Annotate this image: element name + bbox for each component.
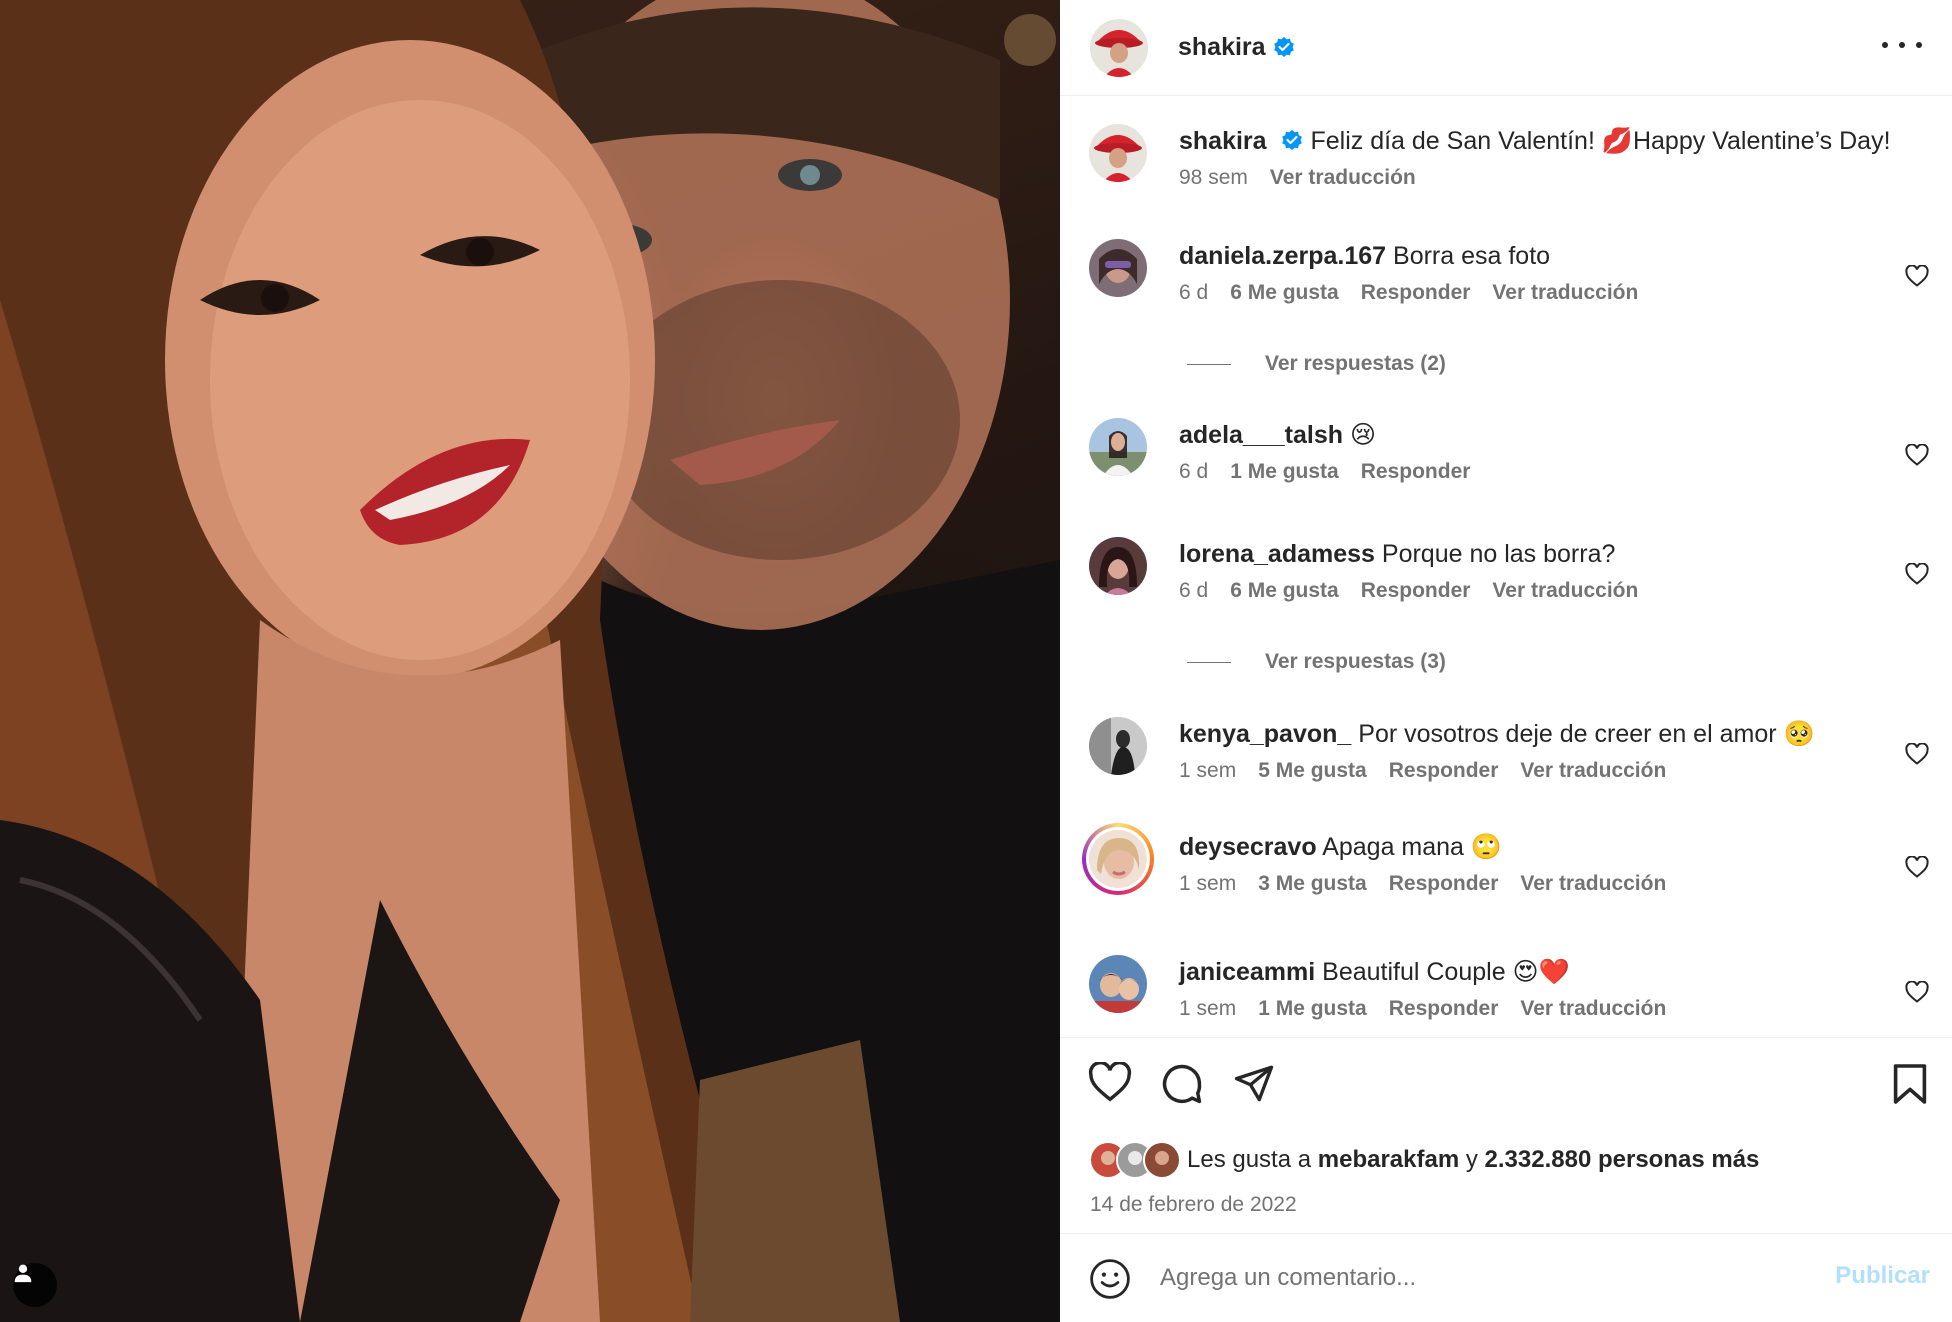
liker-username[interactable]: mebarakfam	[1318, 1146, 1459, 1174]
comment-like-heart-icon[interactable]	[1905, 563, 1929, 585]
comments-list[interactable]: shakira Feliz día de San Valentín! 💋Happ…	[1060, 97, 1952, 1037]
caption-text: Feliz día de San Valentín! 💋Happy Valent…	[1310, 127, 1891, 155]
comment-bubble-icon[interactable]	[1160, 1062, 1204, 1106]
like-heart-icon[interactable]	[1088, 1062, 1132, 1102]
comment-likes-count[interactable]: 6 Me gusta	[1230, 579, 1339, 603]
photo-illustration	[0, 0, 1060, 1322]
comment-input[interactable]	[1160, 1256, 1780, 1300]
comment-username[interactable]: kenya_pavon_	[1179, 720, 1351, 748]
reply-link[interactable]: Responder	[1361, 579, 1471, 603]
comment-username[interactable]: janiceammi	[1179, 958, 1315, 986]
reply-link[interactable]: Responder	[1361, 460, 1471, 484]
reply-link[interactable]: Responder	[1361, 281, 1471, 305]
comment-username[interactable]: deysecravo	[1179, 833, 1317, 861]
likes-summary: Les gusta a mebarakfam y 2.332.880 perso…	[1089, 1141, 1759, 1179]
comment-username[interactable]: adela___talsh	[1179, 421, 1343, 449]
comment-likes-count[interactable]: 6 Me gusta	[1230, 281, 1339, 305]
caption-username[interactable]: shakira	[1179, 127, 1267, 155]
translate-link[interactable]: Ver traducción	[1520, 872, 1666, 896]
translate-link[interactable]: Ver traducción	[1520, 997, 1666, 1021]
post-detail-panel: shakira shakira Feliz día de San Valentí…	[1060, 0, 1952, 1322]
save-bookmark-icon[interactable]	[1892, 1064, 1928, 1104]
comment-text: Borra esa foto	[1393, 242, 1551, 270]
comment-likes-count[interactable]: 5 Me gusta	[1258, 759, 1367, 783]
comment-likes-count[interactable]: 1 Me gusta	[1258, 997, 1367, 1021]
commenter-avatar[interactable]	[1089, 537, 1147, 595]
comment-text: Porque no las borra?	[1381, 540, 1616, 568]
comment-age: 1 sem	[1179, 997, 1237, 1020]
emoji-smiley-icon[interactable]	[1089, 1258, 1131, 1300]
comment-text: Beautiful Couple 😍❤️	[1322, 958, 1570, 986]
view-replies-label: Ver respuestas (2)	[1265, 352, 1446, 375]
comment-like-heart-icon[interactable]	[1905, 265, 1929, 287]
post-photo[interactable]	[0, 0, 1060, 1322]
likes-count-link[interactable]: 2.332.880 personas más	[1485, 1146, 1760, 1174]
replies-divider	[1187, 661, 1231, 663]
commenter-avatar[interactable]	[1089, 717, 1147, 775]
commenter-avatar-story-ring[interactable]	[1082, 823, 1154, 895]
reply-link[interactable]: Responder	[1389, 872, 1499, 896]
comment-like-heart-icon[interactable]	[1905, 856, 1929, 878]
comment-text: 😢	[1349, 421, 1377, 449]
add-comment-bar: Publicar	[1060, 1233, 1952, 1322]
comment-age: 6 d	[1179, 281, 1209, 304]
comment-likes-count[interactable]: 3 Me gusta	[1258, 872, 1367, 896]
translate-link[interactable]: Ver traducción	[1492, 579, 1638, 603]
dot-icon	[1899, 42, 1905, 48]
comment-age: 6 d	[1179, 460, 1209, 483]
post-actions-section: Les gusta a mebarakfam y 2.332.880 perso…	[1060, 1037, 1952, 1233]
view-replies-button[interactable]: Ver respuestas (2)	[1187, 352, 1446, 376]
reply-link[interactable]: Responder	[1389, 997, 1499, 1021]
comment-age: 1 sem	[1179, 759, 1237, 782]
commenter-avatar[interactable]	[1089, 418, 1147, 476]
post-date: 14 de febrero de 2022	[1090, 1193, 1297, 1216]
dot-icon	[1882, 42, 1888, 48]
view-replies-label: Ver respuestas (3)	[1265, 650, 1446, 673]
comment-like-heart-icon[interactable]	[1905, 981, 1929, 1003]
comment-like-heart-icon[interactable]	[1905, 444, 1929, 466]
commenter-avatar[interactable]	[1089, 955, 1147, 1013]
person-icon	[14, 1264, 32, 1283]
likers-avatars[interactable]	[1089, 1141, 1181, 1179]
comment-likes-count[interactable]: 1 Me gusta	[1230, 460, 1339, 484]
verified-badge-icon	[1273, 36, 1294, 57]
share-send-icon[interactable]	[1232, 1062, 1276, 1104]
comment-age: 1 sem	[1179, 872, 1237, 895]
more-options-button[interactable]	[1882, 30, 1922, 60]
replies-divider	[1187, 363, 1231, 365]
author-username[interactable]: shakira	[1178, 33, 1266, 62]
translate-link[interactable]: Ver traducción	[1492, 281, 1638, 305]
commenter-avatar[interactable]	[1089, 239, 1147, 297]
translate-link[interactable]: Ver traducción	[1520, 759, 1666, 783]
reply-link[interactable]: Responder	[1389, 759, 1499, 783]
comment-username[interactable]: daniela.zerpa.167	[1179, 242, 1386, 270]
tagged-people-button[interactable]	[13, 1263, 57, 1307]
post-header: shakira	[1060, 0, 1952, 96]
author-avatar[interactable]	[1090, 18, 1148, 77]
liker-avatar	[1143, 1141, 1181, 1179]
comment-text: Apaga mana 🙄	[1322, 833, 1503, 861]
comment-like-heart-icon[interactable]	[1905, 743, 1929, 765]
caption-author-avatar[interactable]	[1089, 124, 1147, 182]
comment-text: Por vosotros deje de creer en el amor 🥺	[1358, 720, 1815, 748]
verified-badge-icon	[1281, 130, 1302, 150]
publish-button[interactable]: Publicar	[1835, 1262, 1930, 1290]
view-replies-button[interactable]: Ver respuestas (3)	[1187, 650, 1446, 674]
caption-translate-link[interactable]: Ver traducción	[1270, 166, 1416, 190]
dot-icon	[1916, 42, 1922, 48]
comment-username[interactable]: lorena_adamess	[1179, 540, 1375, 568]
likes-prefix: Les gusta a	[1187, 1146, 1312, 1173]
likes-connector: y	[1465, 1146, 1478, 1173]
caption-age: 98 sem	[1179, 166, 1248, 189]
comment-age: 6 d	[1179, 579, 1209, 602]
